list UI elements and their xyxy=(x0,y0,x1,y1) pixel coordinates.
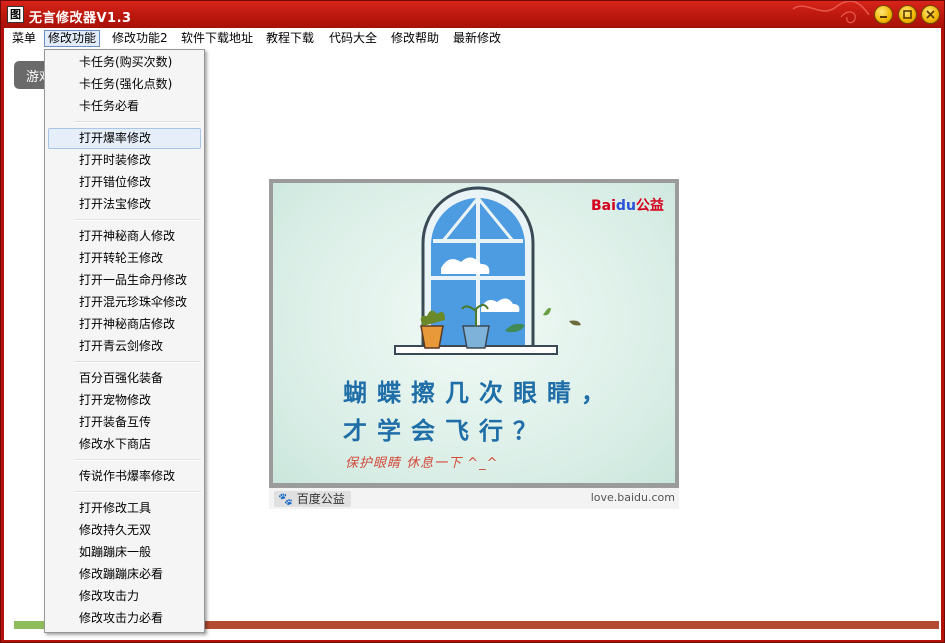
dropdown-item[interactable]: 打开错位修改 xyxy=(48,172,201,193)
dropdown-item[interactable]: 修改持久无双 xyxy=(48,520,201,541)
dropdown-item[interactable]: 修改攻击力 xyxy=(48,586,201,607)
baidu-paw-icon: 🐾 xyxy=(278,492,293,506)
dropdown-separator xyxy=(75,361,201,363)
app-glyph-icon[interactable]: 图 xyxy=(7,6,24,23)
dropdown-item[interactable]: 修改攻击力必看 xyxy=(48,608,201,629)
dropdown-item[interactable]: 修改水下商店 xyxy=(48,434,201,455)
minimize-button[interactable] xyxy=(874,5,893,24)
modify-menu-dropdown: 卡任务(购买次数) 卡任务(强化点数) 卡任务必看打开爆率修改 打开时装修改 打开错位修… xyxy=(44,49,205,633)
dropdown-separator xyxy=(75,121,201,123)
dropdown-item[interactable]: 打开转轮王修改 xyxy=(48,248,201,269)
dropdown-item[interactable]: 卡任务必看 xyxy=(48,96,201,117)
menu-item-modify-2[interactable]: 修改功能2 xyxy=(109,30,171,47)
dropdown-item[interactable]: 打开青云剑修改 xyxy=(48,336,201,357)
menu-item-latest[interactable]: 最新修改 xyxy=(450,30,504,47)
progress-fill xyxy=(14,621,46,629)
dropdown-item[interactable]: 打开修改工具 xyxy=(48,498,201,519)
dropdown-item[interactable]: 卡任务(购买次数) xyxy=(48,52,201,73)
baidu-logo: Baidu公益 xyxy=(591,195,664,215)
menu-item-codes[interactable]: 代码大全 xyxy=(326,30,380,47)
title-bar[interactable]: 图 无言修改器V1.3 xyxy=(1,1,944,28)
baidu-paw: du xyxy=(615,198,636,214)
dropdown-separator xyxy=(75,491,201,493)
minimize-icon xyxy=(880,16,887,18)
ad-headline-2: 才学会飞行？ xyxy=(343,416,547,445)
baidu-brand-suffix: 公益 xyxy=(635,198,664,214)
ad-footer-tag[interactable]: 🐾 百度公益 xyxy=(274,491,351,507)
public-service-ad[interactable]: Baidu公益 蝴蝶擦几次眼睛， 才学会飞行？ 保护眼睛 休息一下 ^_^ 🐾 … xyxy=(269,179,679,509)
ad-footer-url[interactable]: love.baidu.com xyxy=(591,491,675,504)
dropdown-item[interactable]: 百分百强化装备 xyxy=(48,368,201,389)
window-title: 无言修改器V1.3 xyxy=(29,11,132,26)
dropdown-item[interactable]: 打开神秘商店修改 xyxy=(48,314,201,335)
dropdown-separator xyxy=(75,459,201,461)
dropdown-item[interactable]: 传说作书爆率修改 xyxy=(48,466,201,487)
dropdown-item[interactable]: 打开一品生命丹修改 xyxy=(48,270,201,291)
ad-subline: 保护眼睛 休息一下 ^_^ xyxy=(345,456,499,471)
dropdown-item[interactable]: 打开爆率修改 xyxy=(48,128,201,149)
title-decoration-icon xyxy=(792,1,870,24)
menu-item-help[interactable]: 修改帮助 xyxy=(388,30,442,47)
dropdown-item[interactable]: 如蹦蹦床一般 xyxy=(48,542,201,563)
dropdown-item[interactable]: 打开混元珍珠伞修改 xyxy=(48,292,201,313)
ad-image: Baidu公益 蝴蝶擦几次眼睛， 才学会飞行？ 保护眼睛 休息一下 ^_^ xyxy=(273,183,675,483)
ad-headline-1: 蝴蝶擦几次眼睛， xyxy=(343,378,615,407)
menu-item-download[interactable]: 软件下载地址 xyxy=(178,30,256,47)
ad-footer-tag-label: 百度公益 xyxy=(296,492,345,506)
dropdown-item[interactable]: 卡任务(强化点数) xyxy=(48,74,201,95)
maximize-button[interactable] xyxy=(898,5,917,24)
client-area: 菜单 修改功能 修改功能2 软件下载地址 教程下载 代码大全 修改帮助 最新修改… xyxy=(4,28,941,640)
dropdown-separator xyxy=(75,219,201,221)
menu-item-tutorials[interactable]: 教程下载 xyxy=(263,30,317,47)
close-icon xyxy=(926,10,935,19)
ad-footer: 🐾 百度公益 love.baidu.com xyxy=(269,488,679,509)
menu-item-menu[interactable]: 菜单 xyxy=(9,30,39,47)
app-window: 图 无言修改器V1.3 菜单 修改功能 修改功能2 软件下载地址 教程下载 代码… xyxy=(0,0,945,643)
dropdown-item[interactable]: 打开装备互传 xyxy=(48,412,201,433)
dropdown-item[interactable]: 打开时装修改 xyxy=(48,150,201,171)
menu-bar: 菜单 修改功能 修改功能2 软件下载地址 教程下载 代码大全 修改帮助 最新修改 xyxy=(4,28,941,49)
menu-item-modify[interactable]: 修改功能 xyxy=(44,30,101,47)
maximize-icon xyxy=(903,10,912,19)
dropdown-item[interactable]: 打开神秘商人修改 xyxy=(48,226,201,247)
close-button[interactable] xyxy=(921,5,940,24)
baidu-brand: Bai xyxy=(591,198,616,214)
dropdown-item[interactable]: 修改蹦蹦床必看 xyxy=(48,564,201,585)
dropdown-item[interactable]: 打开宠物修改 xyxy=(48,390,201,411)
dropdown-item[interactable]: 打开法宝修改 xyxy=(48,194,201,215)
